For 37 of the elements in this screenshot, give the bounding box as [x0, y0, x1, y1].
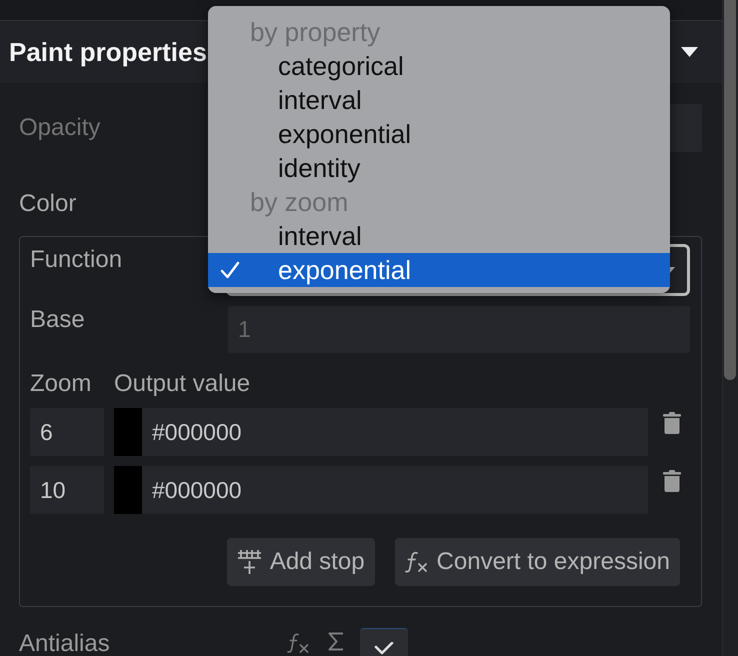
color-swatch-icon[interactable]: [114, 466, 142, 514]
column-header: Output value: [114, 370, 250, 398]
scrollbar-thumb[interactable]: [724, 0, 736, 380]
function-icon[interactable]: [287, 633, 310, 653]
section-title: Paint properties: [9, 37, 207, 67]
antialias-checkbox[interactable]: [360, 628, 408, 656]
menu-group-heading: by property: [249, 16, 382, 49]
menu-option[interactable]: identity: [208, 151, 670, 185]
menu-option[interactable]: exponential: [208, 253, 670, 287]
menu-group-heading: by zoom: [249, 186, 350, 219]
function-icon: [404, 551, 429, 573]
caret-down-icon[interactable]: [681, 47, 698, 57]
column-header: Zoom: [30, 370, 92, 398]
trash-icon[interactable]: [663, 412, 681, 434]
field-label: Base: [30, 306, 86, 335]
color-swatch-icon[interactable]: [114, 408, 142, 456]
field-label: Function: [30, 245, 124, 275]
property-label: Opacity: [19, 114, 102, 142]
trash-icon[interactable]: [663, 470, 681, 492]
check-icon: [374, 642, 394, 655]
zoom-field[interactable]: 10: [30, 466, 104, 514]
color-value-field[interactable]: #000000: [142, 408, 648, 456]
sigma-icon[interactable]: [328, 632, 344, 651]
convert-button[interactable]: Convert to expression: [394, 538, 680, 586]
base-field[interactable]: 1: [228, 306, 690, 353]
property-label: Color: [19, 190, 78, 218]
check-icon: [220, 261, 240, 279]
zoom-field[interactable]: 6: [30, 408, 104, 456]
menu-option[interactable]: exponential: [208, 117, 670, 151]
color-value-field[interactable]: #000000: [142, 466, 648, 514]
menu-option[interactable]: categorical: [208, 49, 670, 83]
comb-plus-icon: [236, 550, 262, 574]
menu-option[interactable]: interval: [208, 83, 670, 117]
scrollbar-track[interactable]: [722, 0, 738, 656]
menu-option[interactable]: interval: [208, 219, 670, 253]
property-label: Antialias: [19, 629, 111, 656]
add-stop-button[interactable]: Add stop: [226, 538, 375, 586]
